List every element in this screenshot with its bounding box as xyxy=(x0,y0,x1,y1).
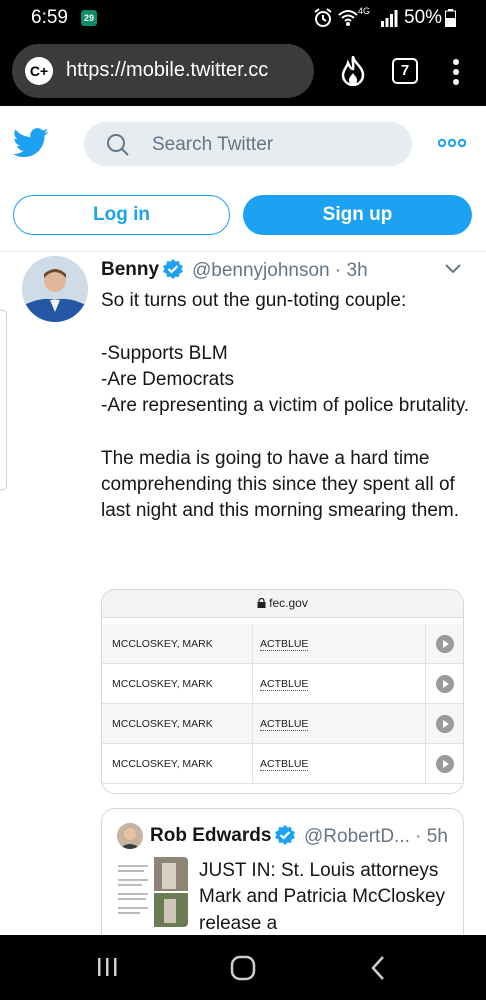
more-icon[interactable] xyxy=(438,136,466,150)
address-bar[interactable]: C+ https://mobile.twitter.cc xyxy=(12,44,314,98)
table-row: MCCLOSKEY, MARK ACTBLUE xyxy=(102,664,463,704)
media-browser-bar: fec.gov xyxy=(102,590,463,618)
system-navigation-bar xyxy=(0,935,486,1000)
search-placeholder: Search Twitter xyxy=(152,134,274,155)
tweet-media-image[interactable]: fec.gov MCCLOSKEY, MARK ACTBLUE MCCLOSKE… xyxy=(101,589,464,794)
login-button[interactable]: Log in xyxy=(13,195,230,235)
play-icon xyxy=(436,675,454,693)
committee-name: ACTBLUE xyxy=(260,678,309,691)
column-divider xyxy=(425,744,426,783)
column-divider xyxy=(252,704,253,743)
committee-name: ACTBLUE xyxy=(260,758,309,771)
signal-icon xyxy=(381,10,398,27)
column-divider xyxy=(252,744,253,783)
quoted-avatar-image xyxy=(117,823,143,849)
table-row: MCCLOSKEY, MARK ACTBLUE xyxy=(102,704,463,744)
calendar-icon: 29 xyxy=(81,10,97,26)
media-domain-text: fec.gov xyxy=(269,596,308,610)
verified-badge-icon xyxy=(163,259,183,279)
column-divider xyxy=(252,664,253,703)
media-domain: fec.gov xyxy=(102,596,463,610)
play-icon xyxy=(436,755,454,773)
verified-badge-icon xyxy=(275,825,295,845)
quoted-avatar xyxy=(117,823,143,849)
network-type: 4G xyxy=(358,6,371,16)
home-icon[interactable] xyxy=(230,955,256,981)
contributor-name: MCCLOSKEY, MARK xyxy=(112,638,213,650)
site-info-icon[interactable]: C+ xyxy=(25,57,53,85)
quoted-media-thumbnail xyxy=(114,857,188,927)
quoted-author-name: Rob Edwards xyxy=(150,825,272,846)
quoted-tweet-text: JUST IN: St. Louis attorneys Mark and Pa… xyxy=(199,860,446,934)
table-row: MCCLOSKEY, MARK ACTBLUE xyxy=(102,744,463,784)
fec-table: MCCLOSKEY, MARK ACTBLUE MCCLOSKEY, MARK … xyxy=(102,618,463,793)
url-text[interactable]: https://mobile.twitter.cc xyxy=(66,59,268,82)
signup-button[interactable]: Sign up xyxy=(243,195,472,235)
column-divider xyxy=(425,664,426,703)
battery-percent: 50% xyxy=(404,7,443,28)
twitter-header: Search Twitter Log in Sign up xyxy=(0,106,486,252)
browser-toolbar: C+ https://mobile.twitter.cc 7 xyxy=(0,36,486,106)
battery-icon xyxy=(445,9,456,27)
twitter-logo-icon[interactable] xyxy=(13,128,49,158)
tweet-text: So it turns out the gun-toting couple: -… xyxy=(101,290,470,522)
contributor-name: MCCLOSKEY, MARK xyxy=(112,718,213,730)
column-divider xyxy=(425,704,426,743)
play-icon xyxy=(436,635,454,653)
tweet-author-name[interactable]: Benny xyxy=(101,259,159,281)
overflow-menu-icon[interactable] xyxy=(448,58,464,86)
column-divider xyxy=(252,624,253,663)
chevron-down-icon[interactable] xyxy=(444,263,462,275)
table-row: MCCLOSKEY, MARK ACTBLUE xyxy=(102,624,463,664)
avatar[interactable] xyxy=(22,256,88,322)
search-input[interactable]: Search Twitter xyxy=(84,122,412,166)
tab-switcher-button[interactable]: 7 xyxy=(392,58,418,84)
column-divider xyxy=(425,624,426,663)
recent-apps-icon[interactable] xyxy=(96,956,118,978)
wifi-icon xyxy=(338,10,358,26)
back-icon[interactable] xyxy=(370,955,386,981)
tweet-handle-time[interactable]: @bennyjohnson · 3h xyxy=(192,260,368,282)
avatar-image xyxy=(22,256,88,322)
alarm-icon xyxy=(314,8,332,27)
play-icon xyxy=(436,715,454,733)
committee-name: ACTBLUE xyxy=(260,638,309,651)
thumbnail-image xyxy=(114,857,188,927)
search-icon xyxy=(107,134,129,156)
clock: 6:59 xyxy=(31,7,68,28)
scroll-indicator xyxy=(0,310,7,490)
quoted-handle-time: @RobertD... · 5h xyxy=(304,826,448,847)
lock-icon xyxy=(257,598,266,608)
committee-name: ACTBLUE xyxy=(260,718,309,731)
contributor-name: MCCLOSKEY, MARK xyxy=(112,678,213,690)
status-bar: 6:59 29 4G 50% xyxy=(0,0,486,36)
contributor-name: MCCLOSKEY, MARK xyxy=(112,758,213,770)
flame-icon[interactable] xyxy=(340,56,366,86)
